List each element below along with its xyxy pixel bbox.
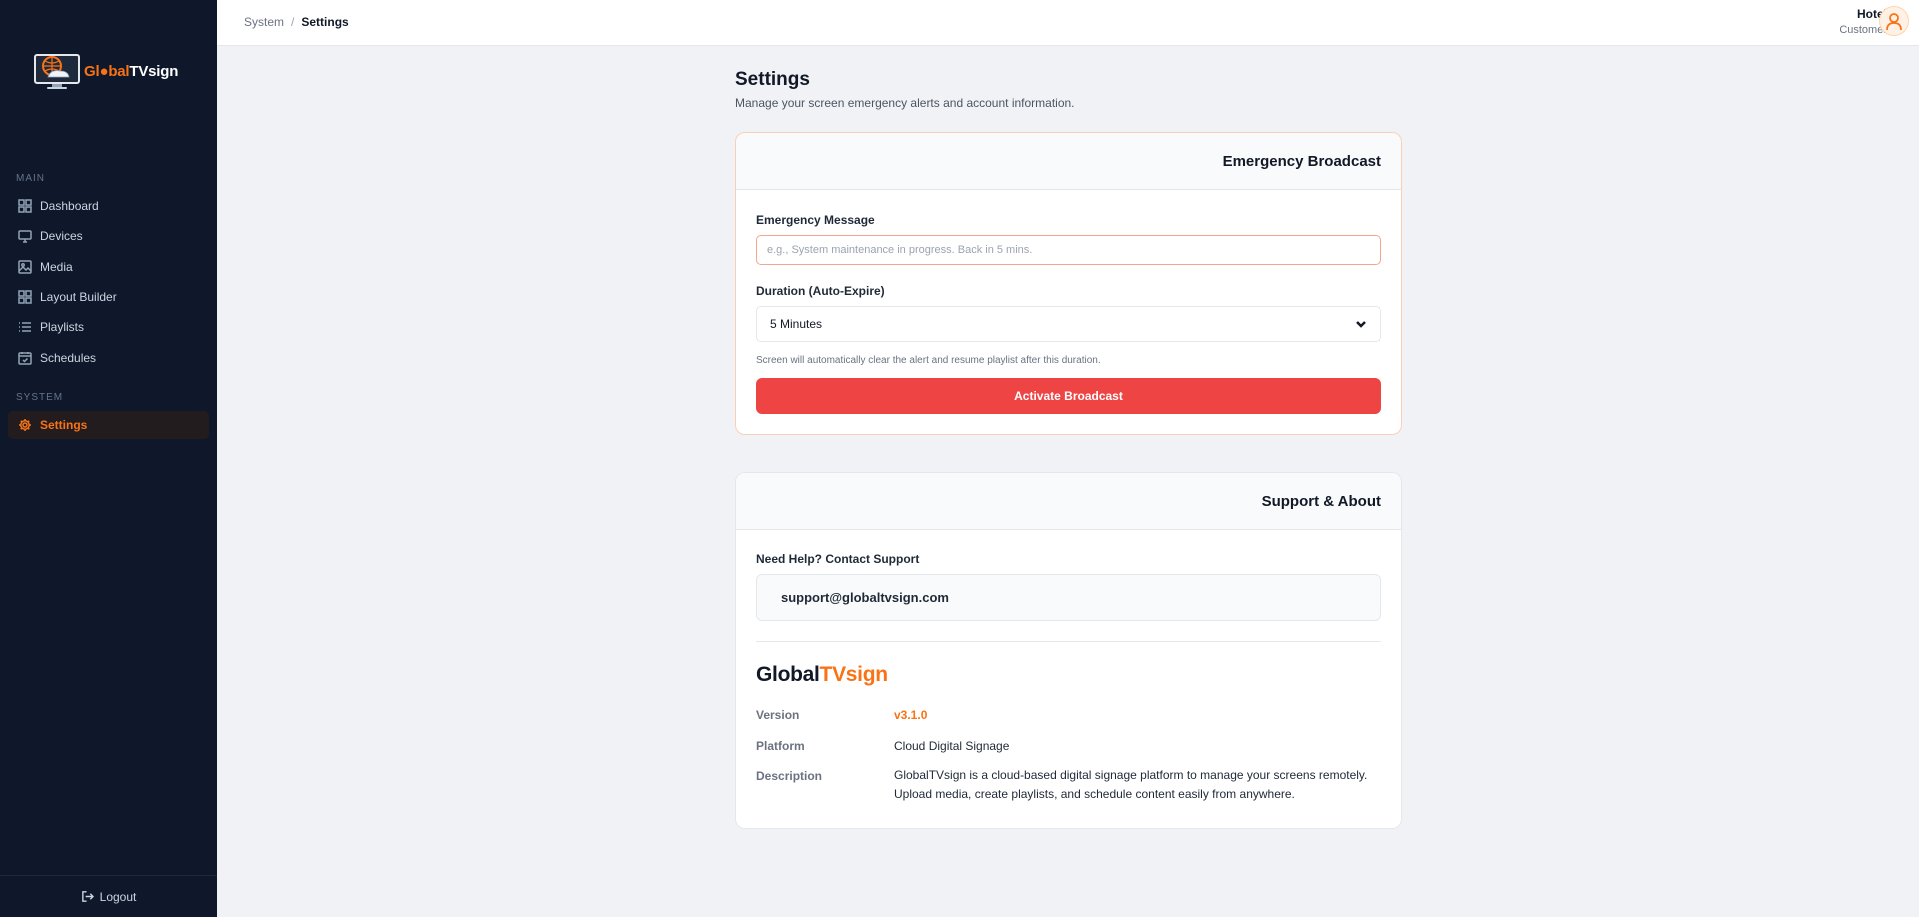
card-title: Support & About [736,473,1401,530]
breadcrumb-parent[interactable]: System [244,15,284,29]
sidebar-item-settings[interactable]: Settings [8,411,209,439]
divider [756,641,1381,642]
nav-section-main: MAIN [16,173,45,184]
logo-text: Gl●balTVsign [84,63,178,80]
topbar: System / Settings Hotel Customer [217,0,1919,46]
emergency-broadcast-card: Emergency Broadcast Emergency Message Du… [735,132,1402,435]
support-email-text: support@globaltvsign.com [781,590,949,605]
gear-icon [18,418,32,432]
list-icon [18,320,32,334]
logo-text-bal: bal [108,62,130,80]
logo-globe-o: ● [99,62,109,80]
support-help-label: Need Help? Contact Support [756,552,920,566]
version-key: Version [756,708,800,722]
logo-text-tvsign: TVsign [129,62,179,80]
duration-select[interactable]: 5 Minutes [756,306,1381,342]
description-key: Description [756,769,823,783]
monitor-icon [18,229,32,243]
description-value: GlobalTVsign is a cloud-based digital si… [894,768,1368,801]
page-title: Settings [735,69,810,90]
sidebar-item-label: Settings [40,418,88,432]
nav-section-system: SYSTEM [16,392,64,403]
sidebar-item-label: Layout Builder [40,290,117,304]
chevron-down-icon [1356,321,1366,328]
logo-text-gl: Gl [84,62,100,80]
logout-button[interactable]: Logout [0,875,217,917]
brand-wordmark-tvsign: TVsign [819,663,889,686]
app-logo[interactable]: Gl●balTVsign [32,50,178,92]
sidebar: Gl●balTVsign MAIN Dashboard Devices Medi… [0,0,217,917]
logout-label: Logout [99,889,137,904]
sidebar-item-schedules[interactable]: Schedules [8,344,209,372]
sidebar-item-dashboard[interactable]: Dashboard [8,192,209,220]
duration-selected-value: 5 Minutes [770,317,823,331]
layout-icon [18,290,32,304]
duration-label: Duration (Auto-Expire) [756,284,885,298]
breadcrumb: System / Settings [244,15,349,29]
calendar-icon [18,351,32,365]
sidebar-item-devices[interactable]: Devices [8,222,209,250]
grid-icon [18,199,32,213]
sidebar-item-label: Schedules [40,351,97,365]
sidebar-item-label: Devices [40,229,83,243]
activate-broadcast-button[interactable]: Activate Broadcast [756,378,1381,414]
user-icon [1886,13,1902,31]
tv-logo-icon [34,54,80,89]
emergency-message-input[interactable] [756,235,1381,265]
page-subtitle: Manage your screen emergency alerts and … [735,96,1075,110]
avatar[interactable] [1879,6,1909,36]
sidebar-item-label: Dashboard [40,199,99,213]
breadcrumb-separator: / [291,15,295,29]
sidebar-item-media[interactable]: Media [8,253,209,281]
version-value: v3.1.0 [894,708,928,722]
platform-key: Platform [756,739,805,753]
card-title: Emergency Broadcast [736,133,1401,190]
support-email[interactable]: support@globaltvsign.com [756,574,1381,621]
breadcrumb-current: Settings [301,15,349,29]
brand-wordmark-global: Global [756,663,820,686]
sidebar-item-label: Playlists [40,320,85,334]
sidebar-item-label: Media [40,260,73,274]
emergency-message-label: Emergency Message [756,213,875,227]
logout-icon [81,891,94,902]
duration-hint: Screen will automatically clear the aler… [756,355,1101,366]
sidebar-item-playlists[interactable]: Playlists [8,313,209,341]
sidebar-item-layout-builder[interactable]: Layout Builder [8,283,209,311]
support-about-card: Support & About Need Help? Contact Suppo… [735,472,1402,829]
image-icon [18,260,32,274]
platform-value: Cloud Digital Signage [894,739,1010,753]
brand-wordmark: GlobalTVsign [756,663,888,687]
